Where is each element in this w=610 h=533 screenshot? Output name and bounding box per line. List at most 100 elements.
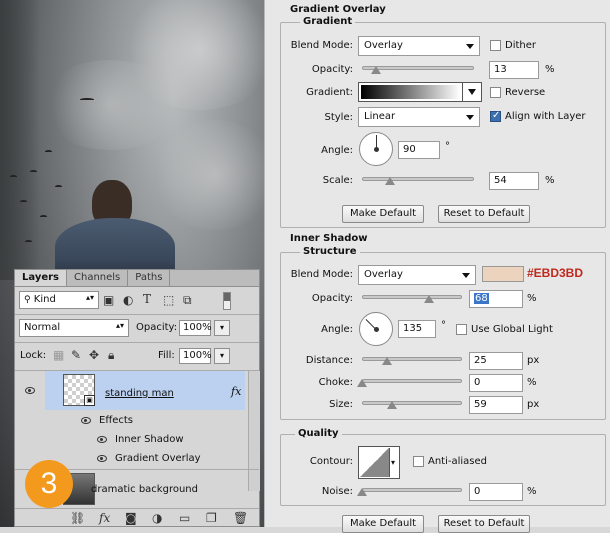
go-angle-degree: ° <box>445 141 450 152</box>
gradient-preview-swatch[interactable] <box>361 85 460 99</box>
use-global-light-checkbox[interactable] <box>456 324 467 335</box>
distance-slider[interactable] <box>362 357 462 361</box>
go-reset-default-button[interactable]: Reset to Default <box>438 205 530 223</box>
type-filter-icon[interactable]: T <box>143 293 151 305</box>
is-blend-mode-select[interactable]: Overlay <box>358 265 476 285</box>
step-badge: 3 <box>25 460 73 508</box>
gradient-picker[interactable] <box>358 82 482 102</box>
lock-image-icon[interactable]: ✎ <box>71 349 81 361</box>
shadow-color-swatch[interactable] <box>482 266 524 282</box>
is-opacity-slider[interactable] <box>362 295 462 299</box>
gradient-dropdown-button[interactable] <box>462 83 481 101</box>
dither-checkbox[interactable] <box>490 40 501 51</box>
visibility-eye-icon[interactable] <box>25 387 35 394</box>
lock-transparent-icon[interactable]: ▦ <box>53 349 64 361</box>
blend-mode-select[interactable]: Normal ▴▾ <box>19 319 129 337</box>
adjustment-filter-icon[interactable]: ◐ <box>123 294 133 306</box>
gradient-overlay-eye-icon[interactable] <box>97 455 107 462</box>
is-make-default-button[interactable]: Make Default <box>342 515 424 533</box>
go-opacity-slider-thumb[interactable] <box>371 66 381 74</box>
smart-object-icon: ▣ <box>84 395 95 406</box>
size-slider-thumb[interactable] <box>387 401 397 409</box>
smart-object-filter-icon[interactable]: ⧉ <box>183 294 192 306</box>
fill-input[interactable]: 100% <box>179 348 212 364</box>
new-adjustment-layer-icon[interactable]: ◑ <box>152 512 162 524</box>
noise-unit: % <box>527 486 537 497</box>
reverse-checkbox[interactable] <box>490 87 501 98</box>
go-opacity-label: Opacity: <box>311 64 353 75</box>
go-blend-mode-label: Blend Mode: <box>290 40 353 51</box>
tab-paths[interactable]: Paths <box>128 270 171 286</box>
gradient-group-title: Gradient <box>300 16 356 27</box>
shape-filter-icon[interactable]: ⬚ <box>163 294 174 306</box>
tab-layers[interactable]: Layers <box>15 270 67 286</box>
is-opacity-slider-thumb[interactable] <box>424 295 434 303</box>
style-select[interactable]: Linear <box>358 107 480 127</box>
lock-position-icon[interactable]: ✥ <box>89 349 99 361</box>
add-layer-style-icon[interactable]: fx <box>99 512 110 524</box>
choke-input[interactable]: 0 <box>469 374 523 392</box>
layer-name-standing-man[interactable]: standing man <box>105 388 174 399</box>
delete-layer-icon[interactable]: 🗑︎ <box>233 512 248 524</box>
add-mask-icon[interactable]: ◙ <box>125 512 137 524</box>
choke-slider-thumb[interactable] <box>357 379 367 387</box>
link-layers-icon[interactable]: ⛓︎ <box>70 512 85 524</box>
filter-toggle[interactable] <box>223 292 231 310</box>
filter-kind-select[interactable]: ⚲ Kind ▴▾ <box>19 291 99 309</box>
scale-slider-thumb[interactable] <box>385 177 395 185</box>
scale-input[interactable]: 54 <box>489 172 539 190</box>
noise-slider[interactable] <box>362 488 462 492</box>
layer-row-standing-man[interactable]: ▣ standing man fx ▴ <box>15 371 259 410</box>
inner-shadow-eye-icon[interactable] <box>97 436 107 443</box>
is-opacity-label: Opacity: <box>311 293 353 304</box>
contour-picker[interactable]: ▾ <box>358 446 400 479</box>
tab-channels[interactable]: Channels <box>67 270 129 286</box>
distance-slider-thumb[interactable] <box>382 357 392 365</box>
scale-slider[interactable] <box>362 177 474 181</box>
filter-kind-value: Kind <box>33 294 56 305</box>
go-opacity-unit: % <box>545 64 555 75</box>
effects-label: Effects <box>99 415 133 426</box>
is-angle-input[interactable]: 135 <box>398 320 436 338</box>
image-filter-icon[interactable]: ▣ <box>103 294 114 306</box>
noise-input[interactable]: 0 <box>469 483 523 501</box>
go-blend-mode-value: Overlay <box>364 40 403 51</box>
new-layer-icon[interactable]: ❐ <box>206 512 217 524</box>
inner-shadow-label: Inner Shadow <box>115 434 184 445</box>
layer-name-dramatic-background[interactable]: dramatic background <box>91 484 198 495</box>
effect-row-inner-shadow[interactable]: Inner Shadow <box>15 430 259 449</box>
layer-style-dialog: Gradient Overlay Gradient Blend Mode: Ov… <box>264 0 610 533</box>
search-icon: ⚲ <box>24 295 31 305</box>
opacity-input[interactable]: 100% <box>179 320 212 336</box>
effects-eye-icon[interactable] <box>81 417 91 424</box>
layer-thumbnail: ▣ <box>63 374 95 406</box>
effects-row[interactable]: Effects <box>15 411 259 430</box>
is-reset-default-button[interactable]: Reset to Default <box>438 515 530 533</box>
choke-slider[interactable] <box>362 379 462 383</box>
distance-input[interactable]: 25 <box>469 352 523 370</box>
shadow-color-hex-label: #EBD3BD <box>527 266 584 280</box>
go-blend-mode-select[interactable]: Overlay <box>358 36 480 56</box>
is-opacity-input[interactable]: 68 <box>469 290 523 308</box>
opacity-dropdown-button[interactable]: ▾ <box>214 320 230 336</box>
anti-aliased-checkbox[interactable] <box>413 456 424 467</box>
layer-fx-icon[interactable]: fx <box>231 385 241 398</box>
go-make-default-button[interactable]: Make Default <box>342 205 424 223</box>
align-with-layer-checkbox[interactable] <box>490 110 501 122</box>
contour-dropdown-icon[interactable]: ▾ <box>391 458 395 467</box>
contour-preview[interactable] <box>360 448 390 477</box>
go-opacity-input[interactable]: 13 <box>489 61 539 79</box>
is-opacity-unit: % <box>527 293 537 304</box>
blend-mode-value: Normal <box>24 322 61 333</box>
new-group-icon[interactable]: ▭ <box>179 512 190 524</box>
is-angle-dial[interactable] <box>359 312 393 346</box>
size-input[interactable]: 59 <box>469 396 523 414</box>
go-angle-dial[interactable] <box>359 132 393 166</box>
size-slider[interactable] <box>362 401 462 405</box>
go-angle-input[interactable]: 90 <box>398 141 440 159</box>
use-global-light-label: Use Global Light <box>471 324 553 335</box>
noise-slider-thumb[interactable] <box>357 488 367 496</box>
lock-all-icon[interactable]: 🔒︎ <box>108 349 114 361</box>
gradient-label: Gradient: <box>306 87 353 98</box>
fill-dropdown-button[interactable]: ▾ <box>214 348 230 364</box>
